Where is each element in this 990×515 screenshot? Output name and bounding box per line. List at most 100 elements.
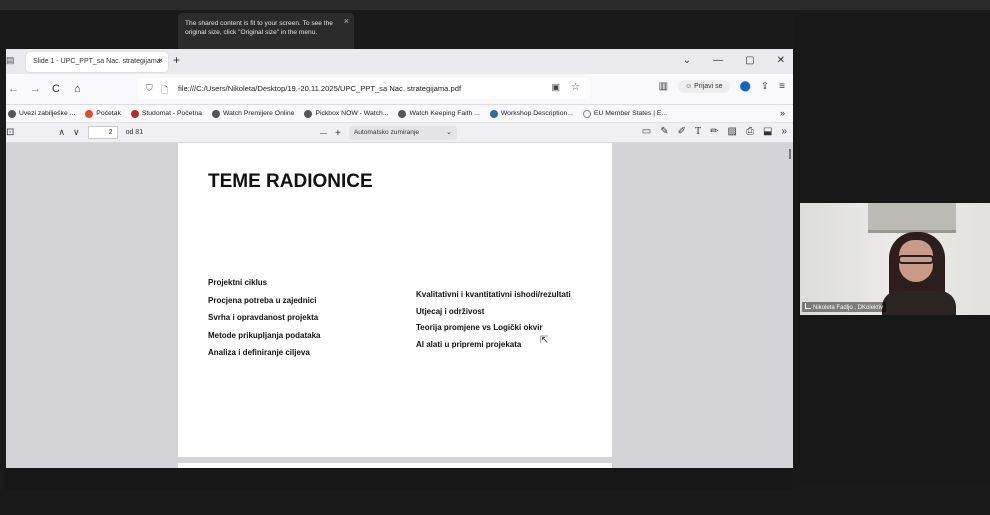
minimize-icon[interactable]: — [713, 55, 723, 66]
url-text[interactable]: file:///C:/Users/Nikoleta/Desktop/19.-20… [178, 84, 461, 93]
list-all-tabs-icon[interactable]: ⌄ [683, 55, 691, 66]
bookmark-globe-icon [582, 109, 591, 118]
sidebar-toggle-icon[interactable]: ⊡ [6, 127, 14, 138]
bookmark-site-icon [211, 109, 220, 118]
bookmark-label: Pickbox NOW - Watch... [315, 110, 389, 117]
print-icon[interactable]: ⎙ [746, 126, 754, 137]
next-page-icon[interactable]: ∨ [73, 127, 80, 138]
tooltip-close-icon[interactable]: × [344, 17, 349, 26]
mouse-cursor-icon: ⇱ [540, 335, 549, 346]
text-icon[interactable]: T [695, 126, 701, 137]
list-item: Procjena potreba u zajednici [208, 295, 317, 305]
draw-icon[interactable]: ✐ [678, 126, 686, 137]
forward-icon[interactable]: → [30, 83, 41, 95]
ink-icon[interactable]: ✏ [710, 126, 718, 137]
more-tools-icon[interactable]: » [781, 126, 787, 137]
chevron-down-icon: ⌄ [445, 129, 452, 136]
home-icon[interactable]: ⌂ [74, 83, 81, 95]
tab-close-icon[interactable]: × [158, 56, 163, 65]
signal-icon [805, 303, 811, 309]
screen: The shared content is fit to your screen… [0, 0, 990, 515]
scrollbar-thumb[interactable] [789, 149, 791, 159]
browser-window: ▤ Slide 1 - UPC_PPT_sa Nac. strategijama… [6, 49, 793, 468]
maximize-icon[interactable]: ▢ [745, 55, 754, 66]
video-person-glasses [898, 255, 934, 264]
bookmark-firefox-icon [85, 109, 94, 118]
share-icon[interactable]: ⇪ [761, 81, 769, 92]
back-icon[interactable]: ← [8, 83, 19, 95]
bookmark-item[interactable]: Početak [85, 109, 121, 118]
participant-name-label: Nikoleta Fadljo , DKolektiv [802, 302, 887, 312]
menu-icon[interactable]: ≡ [779, 81, 785, 92]
video-shelf [868, 203, 956, 233]
bookmark-label: Studomat - Početna [141, 110, 202, 117]
prev-page-icon[interactable]: ∧ [58, 127, 65, 138]
top-strip [0, 0, 990, 10]
page-number-input[interactable]: 2 [87, 126, 118, 139]
list-item: Analiza i definiranje ciljeva [208, 348, 310, 357]
bookmark-item[interactable]: Uvezi zabilješke ... [8, 109, 76, 118]
pdf-tools: ▭ ✎ ✐ T ✏ ▨ ⎙ ⬓ » [642, 126, 787, 137]
participant-name: Nikoleta Fadljo , DKolektiv [813, 305, 884, 311]
page-total: od 81 [125, 129, 144, 136]
share-bottom-area [6, 468, 793, 490]
extension-icon[interactable]: ⬤ [740, 81, 751, 92]
reload-icon[interactable]: C [52, 83, 60, 95]
bookmark-label: Uvezi zabilješke ... [19, 110, 76, 117]
nav-right-tools: ▥ ☺ Prijavi se ⬤ ⇪ ≡ [659, 80, 785, 93]
close-window-icon[interactable]: ✕ [777, 55, 785, 66]
bookmark-item[interactable]: Watch Premijere Online [211, 109, 295, 118]
fit-screen-tooltip: The shared content is fit to your screen… [178, 13, 354, 51]
list-item: Metode prikupljanja podataka [208, 330, 321, 340]
comment-icon[interactable]: ▭ [642, 126, 651, 137]
bookmarks-bar: Uvezi zabilješke ... Početak Studomat - … [6, 105, 793, 123]
pdf-nav: ⊡ ∧ ∨ 2 od 81 [6, 126, 143, 139]
video-person-shirt [882, 291, 956, 315]
tab-title: Slide 1 - UPC_PPT_sa Nac. strategijama [33, 58, 161, 65]
sidebar-icon[interactable]: ▥ [659, 81, 668, 92]
image-icon[interactable]: ▨ [728, 126, 737, 137]
nav-bar: ← → C ⌂ ⛉ 🗋 file:///C:/Users/Nikoleta/De… [6, 74, 793, 105]
bookmark-site-icon [304, 109, 313, 118]
new-tab-button[interactable]: + [173, 53, 180, 67]
bookmark-studomat-icon [130, 109, 139, 118]
bookmark-item[interactable]: Pickbox NOW - Watch... [304, 109, 389, 118]
bookmark-star-icon[interactable]: ☆ [571, 82, 580, 93]
save-icon[interactable]: ⬓ [763, 126, 772, 137]
pdf-viewer[interactable]: TEME RADIONICE Projektni ciklus Procjena… [6, 143, 793, 468]
bookmark-label: EU Member States | E... [593, 110, 668, 117]
bookmark-import-icon [8, 109, 16, 118]
bookmarks-more-icon[interactable]: » [780, 108, 785, 118]
pdf-toolbar: ⊡ ∧ ∨ 2 od 81 — + Automatsko zumiranje ⌄… [6, 123, 793, 143]
shield-icon[interactable]: ⛉ [146, 83, 153, 94]
bookmark-item[interactable]: EU Member States | E... [582, 109, 668, 118]
bookmark-label: Watch Keeping Faith ... [409, 110, 480, 117]
bookmark-site-icon [398, 109, 407, 118]
highlight-icon[interactable]: ✎ [660, 126, 668, 137]
bookmark-item[interactable]: Watch Keeping Faith ... [398, 109, 480, 118]
list-item: Kvalitativni i kvantitativni ishodi/rezu… [416, 290, 571, 299]
bookmark-label: Početak [96, 110, 121, 117]
zoom-select-value: Automatsko zumiranje [353, 129, 420, 136]
bookmark-wordpress-icon [489, 109, 498, 118]
zoom-out-button[interactable]: — [320, 130, 327, 137]
tab-slide[interactable]: Slide 1 - UPC_PPT_sa Nac. strategijama × [26, 52, 168, 72]
tab-bar: ▤ Slide 1 - UPC_PPT_sa Nac. strategijama… [6, 49, 793, 74]
list-item: Utjecaj i održivost [416, 306, 485, 316]
url-bar[interactable]: ⛉ 🗋 file:///C:/Users/Nikoleta/Desktop/19… [138, 78, 590, 99]
bookmark-label: Watch Premijere Online [222, 110, 295, 117]
list-item: Svrha i opravdanost projekta [208, 313, 319, 322]
zoom-controls: — + Automatsko zumiranje ⌄ [320, 126, 457, 140]
bookmark-item[interactable]: Workshop Description... [489, 109, 573, 118]
list-item: Projektni ciklus [208, 278, 268, 287]
zoom-in-button[interactable]: + [335, 128, 341, 139]
slide-title: TEME RADIONICE [208, 171, 373, 192]
participant-video-tile[interactable]: Nikoleta Fadljo , DKolektiv [800, 203, 990, 315]
signin-button[interactable]: ☺ Prijavi se [678, 80, 730, 93]
topics-left-list: Projektni ciklus Procjena potreba u zaje… [208, 274, 320, 362]
page-icon: 🗋 [161, 85, 169, 95]
tab-list-icon[interactable]: ▤ [6, 55, 15, 66]
bookmark-item[interactable]: Studomat - Početna [130, 109, 202, 118]
reader-view-icon[interactable]: ▣ [551, 82, 560, 93]
zoom-select[interactable]: Automatsko zumiranje ⌄ [348, 126, 457, 140]
